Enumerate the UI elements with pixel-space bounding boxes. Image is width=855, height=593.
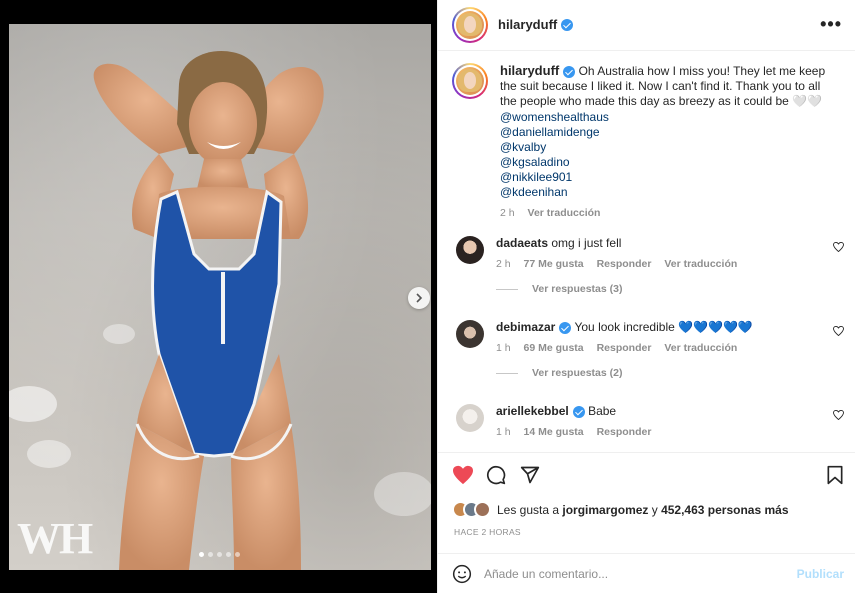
- comment-item: dadaeats omg i just fell 2 h 77 Me gusta…: [452, 236, 850, 295]
- caption: hilaryduff Oh Australia how I miss you! …: [452, 63, 850, 221]
- caption-meta: 2 h Ver traducción: [500, 206, 840, 221]
- comment-item: debimazar You look incredible 💙💙💙💙💙 1 h …: [452, 320, 850, 379]
- carousel-dot: [226, 552, 231, 557]
- likes-summary: Les gusta a jorgimargomez y 452,463 pers…: [452, 501, 789, 518]
- carousel-dot: [208, 552, 213, 557]
- comments-scroll-area[interactable]: hilaryduff Oh Australia how I miss you! …: [438, 52, 855, 452]
- translate-link[interactable]: Ver traducción: [528, 207, 601, 219]
- carousel-next-button[interactable]: [408, 287, 430, 309]
- reply-button[interactable]: Responder: [597, 258, 652, 270]
- verified-badge-icon: [559, 321, 572, 334]
- like-heart-icon[interactable]: [452, 465, 474, 485]
- caption-mentions: @womenshealthaus @daniellamidenge @kvalb…: [500, 110, 840, 200]
- view-replies-button[interactable]: Ver respuestas (3): [496, 283, 850, 295]
- comment-time: 2 h: [496, 258, 511, 270]
- share-icon[interactable]: [520, 465, 540, 485]
- magazine-watermark: WH: [17, 514, 93, 563]
- comment-username[interactable]: debimazar: [496, 320, 555, 334]
- instagram-post-modal: WH hilaryduff ••• hilaryduff Oh Australi…: [0, 0, 855, 593]
- verified-badge-icon: [563, 65, 576, 78]
- add-comment-bar: Publicar: [438, 553, 855, 593]
- comment-meta: 2 h 77 Me gusta Responder Ver traducción: [496, 257, 826, 272]
- avatar: [474, 501, 491, 518]
- carousel-dot: [217, 552, 222, 557]
- comment-input[interactable]: [484, 566, 784, 581]
- post-header: hilaryduff •••: [438, 0, 855, 51]
- carousel-indicator: [199, 552, 240, 557]
- caption-username[interactable]: hilaryduff: [500, 63, 559, 78]
- comment-meta: 1 h 69 Me gusta Responder Ver traducción: [496, 341, 826, 356]
- liker-username[interactable]: jorgimargomez: [562, 503, 648, 517]
- comment-time: 1 h: [496, 426, 511, 438]
- publish-button[interactable]: Publicar: [797, 567, 844, 581]
- header-avatar-ring[interactable]: [452, 7, 488, 43]
- verified-badge-icon: [561, 18, 574, 31]
- translate-link[interactable]: Ver traducción: [664, 342, 737, 354]
- verified-badge-icon: [572, 405, 585, 418]
- comment-username[interactable]: ariellekebbel: [496, 404, 569, 418]
- avatar[interactable]: [456, 236, 484, 264]
- post-author-username[interactable]: hilaryduff: [498, 16, 574, 34]
- view-replies-button[interactable]: Ver respuestas (2): [496, 367, 850, 379]
- caption-text-block: hilaryduff Oh Australia how I miss you! …: [500, 63, 840, 221]
- comment-text: You look incredible 💙💙💙💙💙: [574, 320, 753, 334]
- carousel-dot: [235, 552, 240, 557]
- comment-item: ariellekebbel Babe 1 h 14 Me gusta Respo…: [452, 404, 850, 440]
- reply-button[interactable]: Responder: [597, 426, 652, 438]
- comment-likes[interactable]: 14 Me gusta: [524, 426, 584, 438]
- mention-link[interactable]: @daniellamidenge: [500, 125, 840, 140]
- reply-button[interactable]: Responder: [597, 342, 652, 354]
- comment-likes[interactable]: 69 Me gusta: [524, 342, 584, 354]
- post-image[interactable]: WH: [9, 24, 431, 570]
- avatar[interactable]: [456, 320, 484, 348]
- translate-link[interactable]: Ver traducción: [664, 258, 737, 270]
- emoji-icon[interactable]: [452, 564, 472, 584]
- mention-link[interactable]: @kgsaladino: [500, 155, 840, 170]
- mention-link[interactable]: @kvalby: [500, 140, 840, 155]
- comment-username[interactable]: dadaeats: [496, 236, 548, 250]
- mention-link[interactable]: @nikkilee901: [500, 170, 840, 185]
- post-timestamp[interactable]: HACE 2 HORAS: [454, 527, 521, 537]
- mention-link[interactable]: @womenshealthaus: [500, 110, 840, 125]
- caption-time: 2 h: [500, 207, 515, 219]
- save-bookmark-icon[interactable]: [826, 465, 844, 485]
- comment-time: 1 h: [496, 342, 511, 354]
- caption-avatar-ring[interactable]: [452, 63, 488, 99]
- woman-in-swimsuit-photo: [9, 51, 431, 570]
- comment-likes[interactable]: 77 Me gusta: [524, 258, 584, 270]
- likes-count[interactable]: 452,463 personas más: [661, 503, 788, 517]
- more-options-icon[interactable]: •••: [820, 15, 842, 33]
- comment-text: omg i just fell: [551, 236, 622, 250]
- comment-icon[interactable]: [486, 465, 506, 485]
- post-actions: Les gusta a jorgimargomez y 452,463 pers…: [438, 452, 855, 562]
- comment-like-heart-icon[interactable]: [833, 242, 844, 252]
- carousel-dot-active: [199, 552, 204, 557]
- avatar[interactable]: [456, 404, 484, 432]
- avatar: [456, 11, 484, 39]
- comment-text: Babe: [588, 404, 617, 418]
- comment-meta: 1 h 14 Me gusta Responder: [496, 425, 826, 440]
- avatar: [456, 67, 484, 95]
- comment-like-heart-icon[interactable]: [833, 326, 844, 336]
- comment-like-heart-icon[interactable]: [833, 410, 844, 420]
- mention-link[interactable]: @kdeenihan: [500, 185, 840, 200]
- chevron-right-icon: [416, 293, 423, 303]
- post-details-panel: hilaryduff ••• hilaryduff Oh Australia h…: [437, 0, 855, 593]
- likes-text: Les gusta a jorgimargomez y 452,463 pers…: [497, 502, 789, 517]
